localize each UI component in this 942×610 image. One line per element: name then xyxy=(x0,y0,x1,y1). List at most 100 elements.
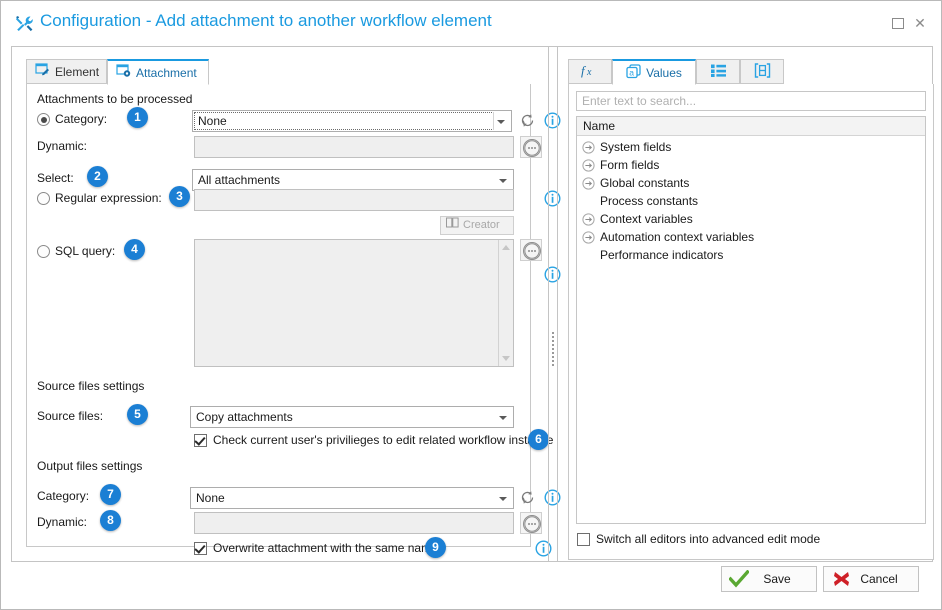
tab-values[interactable]: a Values xyxy=(612,59,696,85)
search-input[interactable]: Enter text to search... xyxy=(576,91,926,111)
output-category-label: Category: xyxy=(37,489,90,503)
source-files-combo[interactable]: Copy attachments xyxy=(190,406,514,428)
list-item-label: Process constants xyxy=(600,194,699,208)
source-files-section-label: Source files settings xyxy=(37,379,145,393)
list-item[interactable]: Performance indicators xyxy=(577,246,925,264)
sql-ellipsis-button[interactable] xyxy=(520,239,542,261)
creator-button[interactable]: Creator xyxy=(440,216,514,235)
dynamic-input[interactable] xyxy=(194,136,514,158)
radio-regular-expression[interactable] xyxy=(37,192,50,205)
scroll-up-icon[interactable] xyxy=(502,245,510,250)
expand-arrow-icon[interactable] xyxy=(582,140,595,154)
values-a-icon: a xyxy=(626,63,642,82)
maximize-button[interactable] xyxy=(889,14,907,32)
list-item[interactable]: Automation context variables xyxy=(577,228,925,246)
list-item[interactable]: Form fields xyxy=(577,156,925,174)
save-button[interactable]: Save xyxy=(721,566,817,592)
tools-icon xyxy=(14,14,34,34)
advanced-mode-checkbox[interactable] xyxy=(577,532,590,546)
list-item[interactable]: System fields xyxy=(577,138,925,156)
list-item-label: Performance indicators xyxy=(600,248,724,262)
dynamic-label: Dynamic: xyxy=(37,139,88,153)
badge-5: 5 xyxy=(127,404,148,425)
cancel-button[interactable]: Cancel xyxy=(823,566,919,592)
category-combo[interactable]: None xyxy=(192,110,512,132)
regex-input[interactable] xyxy=(194,189,514,211)
select-combo-value: All attachments xyxy=(198,173,281,187)
overwrite-label: Overwrite attachment with the same name xyxy=(213,541,438,555)
select-label: Select: xyxy=(37,171,74,185)
tab-attachment[interactable]: Attachment xyxy=(107,59,209,85)
list-item[interactable]: Global constants xyxy=(577,174,925,192)
dialog-body: Element Attachment Attachments to be pro… xyxy=(1,41,941,609)
output-dynamic-ellipsis-button[interactable] xyxy=(520,512,542,534)
title-bar: Configuration - Add attachment to anothe… xyxy=(1,1,941,41)
cancel-x-icon xyxy=(828,570,854,588)
close-icon: ✕ xyxy=(914,15,926,31)
tab-values-label: Values xyxy=(646,65,682,80)
radio-category[interactable] xyxy=(37,113,50,126)
tab-list[interactable] xyxy=(696,59,740,84)
list-item-label: Global constants xyxy=(600,176,690,190)
output-category-combo-value: None xyxy=(196,491,225,505)
save-button-label: Save xyxy=(763,572,791,586)
focus-rect xyxy=(194,112,494,130)
refresh-output-category-icon[interactable] xyxy=(519,489,536,506)
right-panel: f x a Values Enter text to search... Nam… xyxy=(560,47,934,561)
ellipsis-icon xyxy=(523,139,541,157)
maximize-icon xyxy=(892,18,904,29)
badge-1: 1 xyxy=(127,107,148,128)
values-grid: Name System fields Form fields Global co… xyxy=(576,116,926,524)
dynamic-ellipsis-button[interactable] xyxy=(520,136,542,158)
left-panel: Element Attachment Attachments to be pro… xyxy=(12,47,561,561)
radio-sql-query[interactable] xyxy=(37,245,50,258)
check-privileges-checkbox[interactable] xyxy=(194,434,207,447)
list-item-label: System fields xyxy=(600,140,672,154)
tab-attachment-label: Attachment xyxy=(136,65,197,80)
scroll-down-icon[interactable] xyxy=(502,356,510,361)
svg-text:x: x xyxy=(586,67,592,78)
tab-element-label: Element xyxy=(55,64,100,79)
chevron-down-icon xyxy=(499,497,507,501)
splitter-grip[interactable] xyxy=(552,332,554,366)
splitter-line-right xyxy=(557,47,558,561)
creator-button-label: Creator xyxy=(463,219,500,231)
expand-arrow-icon[interactable] xyxy=(582,176,595,190)
badge-8: 8 xyxy=(100,510,121,531)
content-frame: Element Attachment Attachments to be pro… xyxy=(11,46,934,562)
output-files-section-label: Output files settings xyxy=(37,459,143,473)
output-category-combo[interactable]: None xyxy=(190,487,514,509)
select-combo[interactable]: All attachments xyxy=(192,169,514,191)
sql-label: SQL query: xyxy=(55,244,116,258)
advanced-mode-row: Switch all editors into advanced edit mo… xyxy=(577,532,820,546)
panel-splitter[interactable] xyxy=(546,47,560,561)
sql-scrollbar[interactable] xyxy=(498,240,513,366)
refresh-category-icon[interactable] xyxy=(519,112,536,129)
grid-header-name: Name xyxy=(577,117,925,136)
tab-element[interactable]: Element xyxy=(26,59,107,84)
expand-arrow-icon[interactable] xyxy=(582,212,595,226)
output-dynamic-label: Dynamic: xyxy=(37,515,88,529)
configuration-dialog: Configuration - Add attachment to anothe… xyxy=(0,0,942,610)
element-pencil-icon xyxy=(35,60,50,84)
values-panel: Enter text to search... Name System fiel… xyxy=(568,84,934,560)
badge-9: 9 xyxy=(425,537,446,558)
book-icon xyxy=(446,217,459,235)
window-title: Configuration - Add attachment to anothe… xyxy=(40,11,492,30)
output-dynamic-input[interactable] xyxy=(194,512,514,534)
overwrite-checkbox[interactable] xyxy=(194,542,207,555)
tab-function[interactable]: f x xyxy=(568,59,612,84)
list-item[interactable]: Context variables xyxy=(577,210,925,228)
close-button[interactable]: ✕ xyxy=(911,14,929,32)
attachment-gear-icon xyxy=(116,61,131,85)
list-item[interactable]: Process constants xyxy=(577,192,925,210)
sql-query-textarea[interactable] xyxy=(194,239,514,367)
svg-text:a: a xyxy=(629,67,634,77)
expand-arrow-icon[interactable] xyxy=(582,158,595,172)
tab-bracket[interactable] xyxy=(740,59,784,84)
expand-arrow-icon[interactable] xyxy=(582,230,595,244)
combo-separator xyxy=(493,112,494,130)
badge-4: 4 xyxy=(124,239,145,260)
badge-2: 2 xyxy=(87,166,108,187)
category-combo-value: None xyxy=(198,114,227,128)
